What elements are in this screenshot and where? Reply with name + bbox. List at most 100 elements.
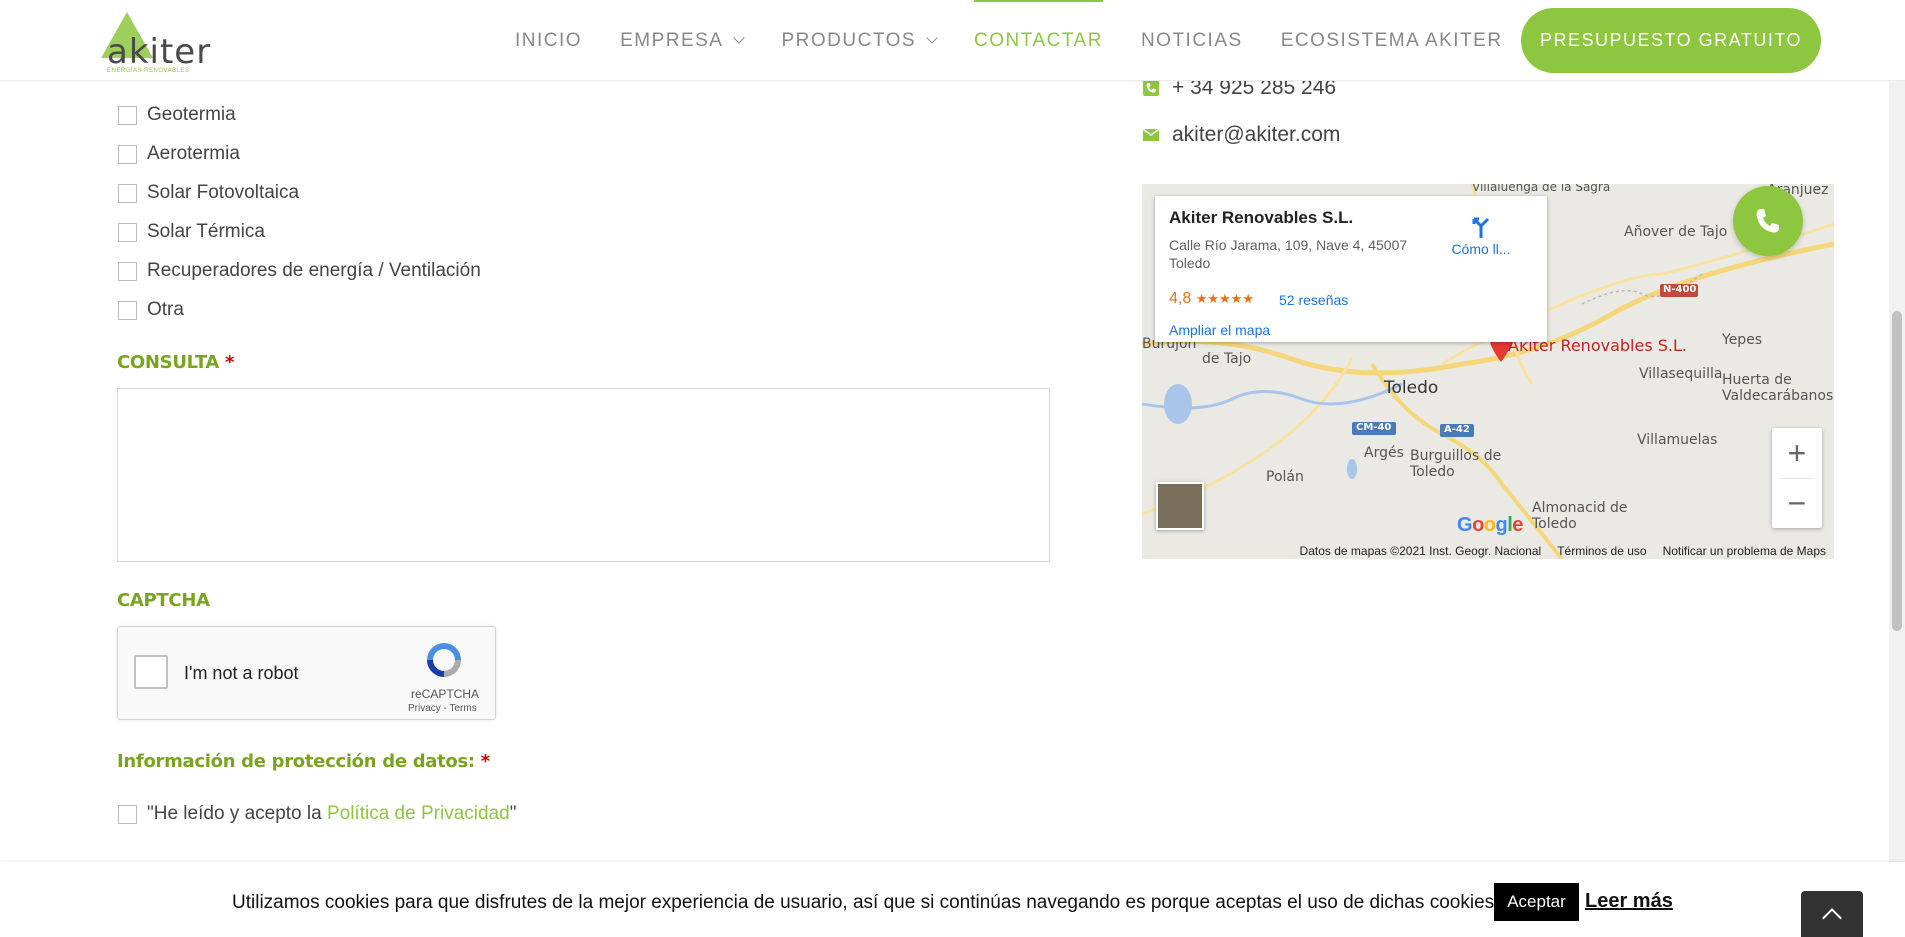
option-label: Geotermia — [147, 104, 236, 125]
directions-icon — [1472, 217, 1490, 238]
email-text: akiter@akiter.com — [1172, 123, 1341, 146]
map-place-label: Villaluenga de la Sagra — [1472, 184, 1611, 194]
map-place-label: de Tajo — [1202, 351, 1252, 367]
privacy-checkbox[interactable] — [118, 804, 137, 824]
recaptcha-links[interactable]: Privacy - Terms — [408, 703, 477, 714]
consulta-label-text: CONSULTA — [117, 352, 220, 373]
nav-label: INICIO — [515, 29, 583, 51]
map-attribution: Datos de mapas ©2021 Inst. Geogr. Nacion… — [1142, 542, 1834, 559]
nav-item-ecosistema[interactable]: ECOSISTEMA AKITER — [1281, 0, 1503, 81]
page-scrollbar[interactable] — [1889, 81, 1905, 937]
business-name: Akiter Renovables S.L. — [1169, 208, 1354, 227]
recaptcha-logo-icon — [427, 643, 461, 677]
page: akiter ENERGÍAS RENOVABLES INICIO EMPRES… — [0, 0, 1905, 937]
cookie-more-link[interactable]: Leer más — [1585, 890, 1673, 913]
contact-email[interactable]: akiter@akiter.com — [1142, 123, 1340, 147]
chevron-up-icon — [1822, 908, 1842, 928]
map-place-label: Huerta de Valdecarábanos — [1722, 372, 1834, 404]
option-geotermia[interactable]: Geotermia — [118, 104, 236, 126]
nav-item-contactar[interactable]: CONTACTAR — [974, 0, 1103, 81]
cookie-message: Utilizamos cookies para que disfrutes de… — [232, 892, 1500, 913]
expand-map-link[interactable]: Ampliar el mapa — [1169, 322, 1270, 338]
map-report-link[interactable]: Notificar un problema de Maps — [1663, 544, 1826, 558]
privacy-label-text: Información de protección de datos: — [117, 751, 475, 772]
required-mark: * — [480, 751, 490, 772]
map-place-label: Yepes — [1722, 332, 1763, 348]
privacy-label: Información de protección de datos: * — [117, 751, 490, 772]
map-terms-link[interactable]: Términos de uso — [1557, 544, 1646, 558]
cookie-bar: Utilizamos cookies para que disfrutes de… — [0, 862, 1905, 937]
map-road-label: N-400 — [1663, 284, 1697, 295]
map-place-label: Villasequilla — [1639, 366, 1723, 382]
required-mark: * — [225, 352, 235, 373]
map-data-credit: Datos de mapas ©2021 Inst. Geogr. Nacion… — [1299, 543, 1542, 558]
recaptcha-brand: reCAPTCHA — [411, 687, 480, 701]
nav-label: NOTICIAS — [1140, 29, 1243, 51]
logo-subtitle: ENERGÍAS RENOVABLES — [107, 68, 190, 74]
satellite-layer-toggle[interactable] — [1156, 482, 1204, 530]
option-label: Recuperadores de energía / Ventilación — [147, 260, 481, 281]
privacy-prefix: "He leído y acepto la — [147, 803, 327, 824]
phone-icon — [1142, 79, 1160, 97]
phone-icon — [1756, 209, 1779, 233]
business-address: Calle Río Jarama, 109, Nave 4, 45007 Tol… — [1169, 237, 1408, 271]
scrollbar-thumb[interactable] — [1892, 311, 1902, 631]
rating-value: 4,8 — [1169, 290, 1192, 307]
map-info-card: Akiter Renovables S.L. Calle Río Jarama,… — [1155, 196, 1547, 342]
option-solar-termica[interactable]: Solar Térmica — [118, 221, 265, 243]
map-place-label: Toledo — [1384, 378, 1439, 398]
checkbox[interactable] — [118, 222, 137, 242]
checkbox[interactable] — [118, 144, 137, 164]
nav-item-inicio[interactable]: INICIO — [515, 0, 582, 81]
option-solar-fotovoltaica[interactable]: Solar Fotovoltaica — [118, 182, 299, 204]
nav-item-productos[interactable]: PRODUCTOS — [781, 0, 938, 81]
checkbox[interactable] — [118, 105, 137, 125]
site-header: akiter ENERGÍAS RENOVABLES INICIO EMPRES… — [0, 0, 1905, 81]
recaptcha-widget: I'm not a robot reCAPTCHA Privacy - Term… — [117, 626, 496, 720]
map-place-label: Polán — [1266, 469, 1304, 485]
map-place-label: Almonacid de Toledo — [1532, 500, 1628, 532]
recaptcha-label: I'm not a robot — [184, 663, 299, 683]
main-nav: INICIO EMPRESA PRODUCTOS CONTACTAR NOTIC… — [515, 0, 1541, 81]
google-logo: Google — [1457, 514, 1523, 536]
akiter-logo[interactable]: akiter ENERGÍAS RENOVABLES — [93, 12, 223, 74]
recaptcha-checkbox[interactable] — [134, 655, 168, 689]
zoom-controls: + − — [1772, 428, 1822, 528]
option-aerotermia[interactable]: Aerotermia — [118, 143, 240, 165]
map-road-label: A-42 — [1444, 424, 1470, 435]
map-road-label: CM-40 — [1356, 422, 1392, 433]
zoom-in-button[interactable]: + — [1772, 428, 1822, 478]
call-button[interactable] — [1733, 186, 1803, 256]
chevron-down-icon — [926, 32, 938, 44]
option-otra[interactable]: Otra — [118, 299, 184, 321]
checkbox[interactable] — [118, 183, 137, 203]
cookie-accept-button[interactable]: Aceptar — [1494, 883, 1579, 921]
consulta-label: CONSULTA * — [117, 352, 234, 373]
logo-wordmark: akiter — [107, 32, 212, 72]
privacy-consent[interactable]: "He leído y acepto la Política de Privac… — [118, 803, 516, 825]
option-label: Solar Fotovoltaica — [147, 182, 300, 203]
map-place-label: Añover de Tajo — [1624, 224, 1728, 240]
checkbox[interactable] — [118, 261, 137, 281]
map-place-label: Burguillos de Toledo — [1410, 448, 1502, 480]
option-label: Aerotermia — [147, 143, 240, 164]
option-recuperadores[interactable]: Recuperadores de energía / Ventilación — [118, 260, 481, 282]
nav-label: ECOSISTEMA AKITER — [1280, 29, 1503, 51]
option-label: Solar Térmica — [147, 221, 265, 242]
consulta-textarea[interactable] — [117, 388, 1050, 562]
google-map[interactable]: Toledo Argés Polán Burguillos de Toledo … — [1142, 184, 1834, 559]
free-quote-button[interactable]: PRESUPUESTO GRATUITO — [1521, 8, 1821, 73]
rating: 4,8 ★★★★★ — [1169, 290, 1254, 308]
privacy-text: "He leído y acepto la Política de Privac… — [147, 803, 516, 825]
zoom-out-button[interactable]: − — [1772, 479, 1822, 528]
privacy-policy-link[interactable]: Política de Privacidad — [327, 803, 510, 824]
scroll-to-top-button[interactable] — [1801, 891, 1863, 937]
map-place-label: Argés — [1364, 445, 1404, 461]
star-rating-icon: ★★★★★ — [1195, 291, 1254, 306]
reviews-link[interactable]: 52 reseñas — [1279, 292, 1348, 308]
nav-label: PRODUCTOS — [781, 29, 917, 51]
directions-link[interactable]: Cómo ll... — [1441, 214, 1521, 257]
nav-item-empresa[interactable]: EMPRESA — [620, 0, 746, 81]
checkbox[interactable] — [118, 300, 137, 320]
nav-item-noticias[interactable]: NOTICIAS — [1141, 0, 1243, 81]
